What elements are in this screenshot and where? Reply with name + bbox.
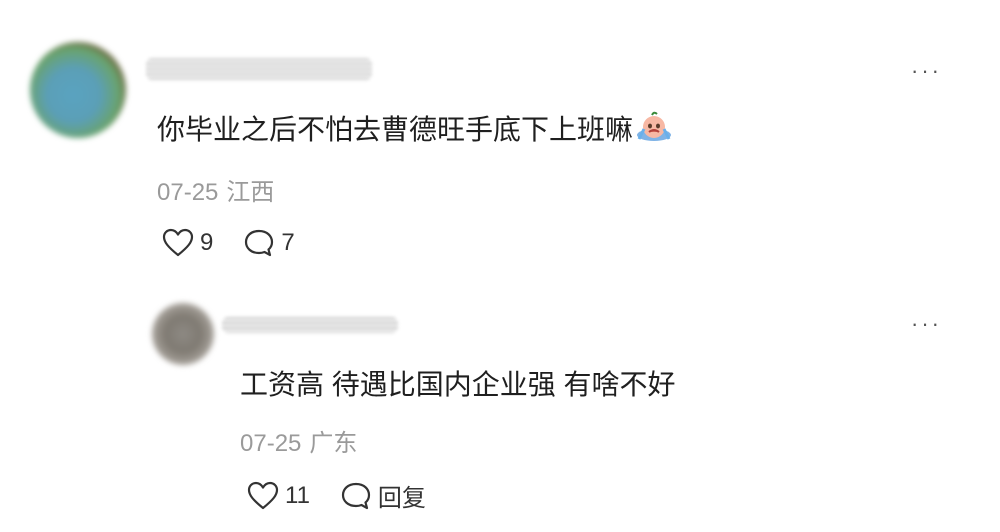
heart-icon	[162, 228, 194, 257]
comment-meta: 07-25 江西	[157, 172, 274, 207]
comment-text-body: 你毕业之后不怕去曹德旺手底下上班嘛	[157, 114, 634, 145]
reply-label: 回复	[377, 485, 426, 512]
comment-bubble-icon	[245, 229, 274, 257]
username-blurred[interactable]	[146, 58, 372, 80]
comment-actions: 11 回复	[247, 478, 456, 513]
like-button[interactable]: 11	[247, 481, 310, 511]
comment-location: 广东	[309, 430, 358, 457]
crying-face-emoji-icon	[635, 111, 673, 150]
comment-item: ··· 你毕业之后不怕去曹德旺手底下上班嘛 07-25 江西 9 7	[0, 0, 1000, 285]
comment-text: 你毕业之后不怕去曹德旺手底下上班嘛	[157, 108, 673, 150]
username-blurred[interactable]	[222, 317, 398, 333]
heart-icon	[247, 481, 279, 509]
like-count: 9	[200, 229, 214, 256]
reply-count: 7	[281, 229, 295, 256]
more-options-icon[interactable]: ···	[911, 60, 942, 82]
reply-item: ··· 工资高 待遇比国内企业强 有啥不好 07-25 广东 11 回复	[0, 285, 1000, 532]
reply-button[interactable]: 回复	[340, 478, 426, 513]
avatar[interactable]	[30, 42, 126, 138]
more-options-icon[interactable]: ···	[911, 313, 942, 335]
like-button[interactable]: 9	[162, 228, 213, 258]
comment-meta: 07-25 广东	[240, 423, 357, 458]
comment-bubble-icon	[341, 482, 371, 509]
avatar[interactable]	[152, 303, 214, 365]
comment-location: 江西	[226, 179, 275, 206]
comment-actions: 9 7	[162, 228, 325, 258]
comment-date: 07-25	[157, 179, 219, 206]
like-count: 11	[285, 481, 310, 509]
reply-button[interactable]: 7	[243, 228, 295, 258]
comment-date: 07-25	[240, 430, 302, 457]
comment-text: 工资高 待遇比国内企业强 有啥不好	[240, 369, 676, 400]
